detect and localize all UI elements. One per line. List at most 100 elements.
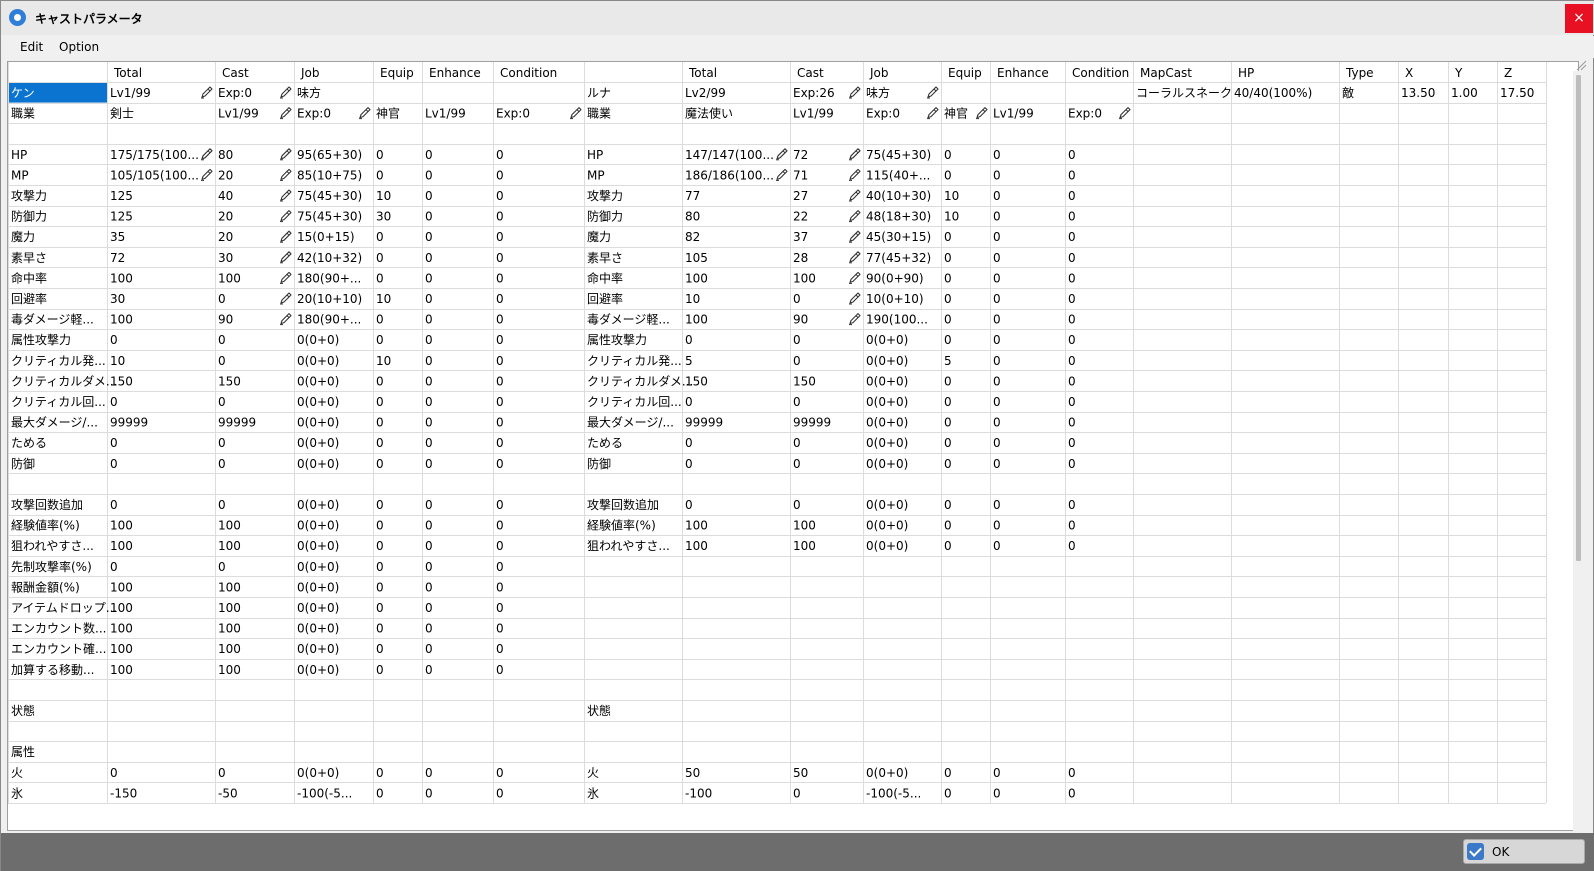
grid-cell[interactable]: 0: [496, 786, 504, 800]
pencil-icon[interactable]: [280, 168, 292, 181]
grid-cell[interactable]: 0: [1068, 457, 1076, 471]
grid-cell[interactable]: 0(0+0): [866, 539, 908, 553]
grid-cell[interactable]: 属性: [11, 745, 35, 759]
grid-cell[interactable]: 0: [376, 642, 384, 656]
grid-cell[interactable]: 0: [793, 354, 801, 368]
grid-cell[interactable]: 28: [793, 251, 808, 265]
grid-cell[interactable]: 0: [685, 395, 693, 409]
column-header[interactable]: Total: [688, 66, 717, 80]
grid-cell[interactable]: 0: [993, 498, 1001, 512]
grid-cell[interactable]: 0: [685, 333, 693, 347]
menu-edit[interactable]: Edit: [20, 40, 43, 54]
grid-cell[interactable]: 0(0+0): [297, 642, 339, 656]
grid-cell[interactable]: 神官: [376, 106, 400, 121]
grid-cell[interactable]: 0(0+0): [866, 333, 908, 347]
grid-cell[interactable]: 150: [110, 374, 133, 388]
grid-cell[interactable]: 5: [944, 354, 952, 368]
grid-cell[interactable]: 0: [496, 436, 504, 450]
grid-cell[interactable]: 72: [793, 148, 808, 162]
column-header[interactable]: Enhance: [997, 66, 1049, 80]
grid-cell[interactable]: 105: [685, 251, 708, 265]
grid-cell[interactable]: 0: [425, 271, 433, 285]
grid-cell[interactable]: 100: [218, 539, 241, 553]
grid-cell[interactable]: 0: [944, 271, 952, 285]
grid-cell[interactable]: 0(0+0): [297, 395, 339, 409]
grid-cell[interactable]: 0: [685, 436, 693, 450]
grid-cell[interactable]: 0: [425, 786, 433, 800]
grid-cell[interactable]: 0: [793, 395, 801, 409]
grid-cell[interactable]: -100(-5...: [297, 786, 352, 800]
grid-cell[interactable]: 100: [218, 580, 241, 594]
grid-cell[interactable]: 100: [110, 642, 133, 656]
grid-cell[interactable]: 0: [944, 519, 952, 533]
grid-cell[interactable]: 0: [425, 416, 433, 430]
grid-cell[interactable]: 0: [993, 189, 1001, 203]
grid-cell[interactable]: 100: [218, 622, 241, 636]
grid-cell[interactable]: 0: [793, 498, 801, 512]
grid-cell[interactable]: 77: [685, 189, 700, 203]
grid-cell[interactable]: 80: [218, 148, 233, 162]
grid-cell[interactable]: 0: [496, 519, 504, 533]
grid-cell[interactable]: 0: [993, 786, 1001, 800]
grid-cell[interactable]: 0: [496, 498, 504, 512]
grid-cell[interactable]: 0(0+0): [297, 622, 339, 636]
grid-cell[interactable]: 0(0+0): [297, 498, 339, 512]
grid-cell[interactable]: 攻撃力: [11, 188, 47, 203]
grid-cell[interactable]: 0: [425, 539, 433, 553]
grid-cell[interactable]: 0: [425, 457, 433, 471]
grid-cell[interactable]: 0: [793, 333, 801, 347]
scrollbar-thumb[interactable]: [1576, 75, 1581, 561]
grid-cell[interactable]: 100: [110, 519, 133, 533]
grid-cell[interactable]: 0: [376, 786, 384, 800]
pencil-icon[interactable]: [280, 271, 292, 284]
grid-cell[interactable]: 0(0+0): [297, 580, 339, 594]
grid-cell[interactable]: Lv2/99: [685, 86, 726, 100]
grid-cell[interactable]: 15(0+15): [297, 230, 355, 244]
grid-cell[interactable]: クリティカル回...: [587, 395, 682, 409]
size-grip-icon[interactable]: [1575, 59, 1587, 71]
grid-cell[interactable]: 0: [376, 766, 384, 780]
grid-cell[interactable]: 100: [110, 663, 133, 677]
grid-cell[interactable]: 100: [793, 519, 816, 533]
grid-cell[interactable]: 100: [685, 313, 708, 327]
grid-cell[interactable]: 0(0+0): [297, 374, 339, 388]
pencil-icon[interactable]: [201, 168, 213, 181]
grid-cell[interactable]: 1.00: [1451, 86, 1478, 100]
grid-cell[interactable]: 0: [1068, 210, 1076, 224]
grid-cell[interactable]: ためる: [11, 436, 47, 450]
grid-cell[interactable]: 0: [944, 313, 952, 327]
grid-cell[interactable]: 0: [376, 622, 384, 636]
grid-cell[interactable]: 回避率: [587, 291, 623, 306]
grid-cell[interactable]: 0: [376, 230, 384, 244]
grid-cell[interactable]: 27: [793, 189, 808, 203]
column-header[interactable]: HP: [1238, 66, 1254, 80]
grid-cell[interactable]: 氷: [11, 786, 23, 800]
grid-cell[interactable]: 0: [218, 498, 226, 512]
grid-cell[interactable]: 0: [110, 333, 118, 347]
grid-cell[interactable]: 13.50: [1401, 86, 1435, 100]
grid-cell[interactable]: 0: [993, 436, 1001, 450]
grid-cell[interactable]: エンカウント確...: [11, 641, 106, 656]
grid-cell[interactable]: 0: [496, 457, 504, 471]
grid-cell[interactable]: 0: [496, 271, 504, 285]
grid-cell[interactable]: 0(0+0): [297, 539, 339, 553]
grid-cell[interactable]: Lv1/99: [993, 107, 1034, 121]
pencil-icon[interactable]: [849, 148, 861, 161]
grid-cell[interactable]: 0: [496, 622, 504, 636]
grid-cell[interactable]: 状態: [11, 703, 35, 718]
column-header[interactable]: Equip: [380, 66, 414, 80]
pencil-icon[interactable]: [849, 86, 861, 99]
grid-cell[interactable]: 0: [1068, 292, 1076, 306]
grid-cell[interactable]: 0(0+0): [866, 436, 908, 450]
pencil-icon[interactable]: [280, 292, 292, 305]
grid-cell[interactable]: 経験値率(%): [11, 518, 80, 533]
grid-cell[interactable]: 0: [944, 457, 952, 471]
grid-cell[interactable]: 防御力: [587, 209, 623, 224]
grid-cell[interactable]: 0: [425, 189, 433, 203]
grid-cell[interactable]: Lv1/99: [110, 86, 151, 100]
grid-cell[interactable]: 0: [993, 333, 1001, 347]
grid-cell[interactable]: 0: [496, 210, 504, 224]
grid-cell[interactable]: 0: [425, 436, 433, 450]
grid-cell[interactable]: 0: [496, 560, 504, 574]
grid-cell[interactable]: 火: [587, 766, 599, 780]
